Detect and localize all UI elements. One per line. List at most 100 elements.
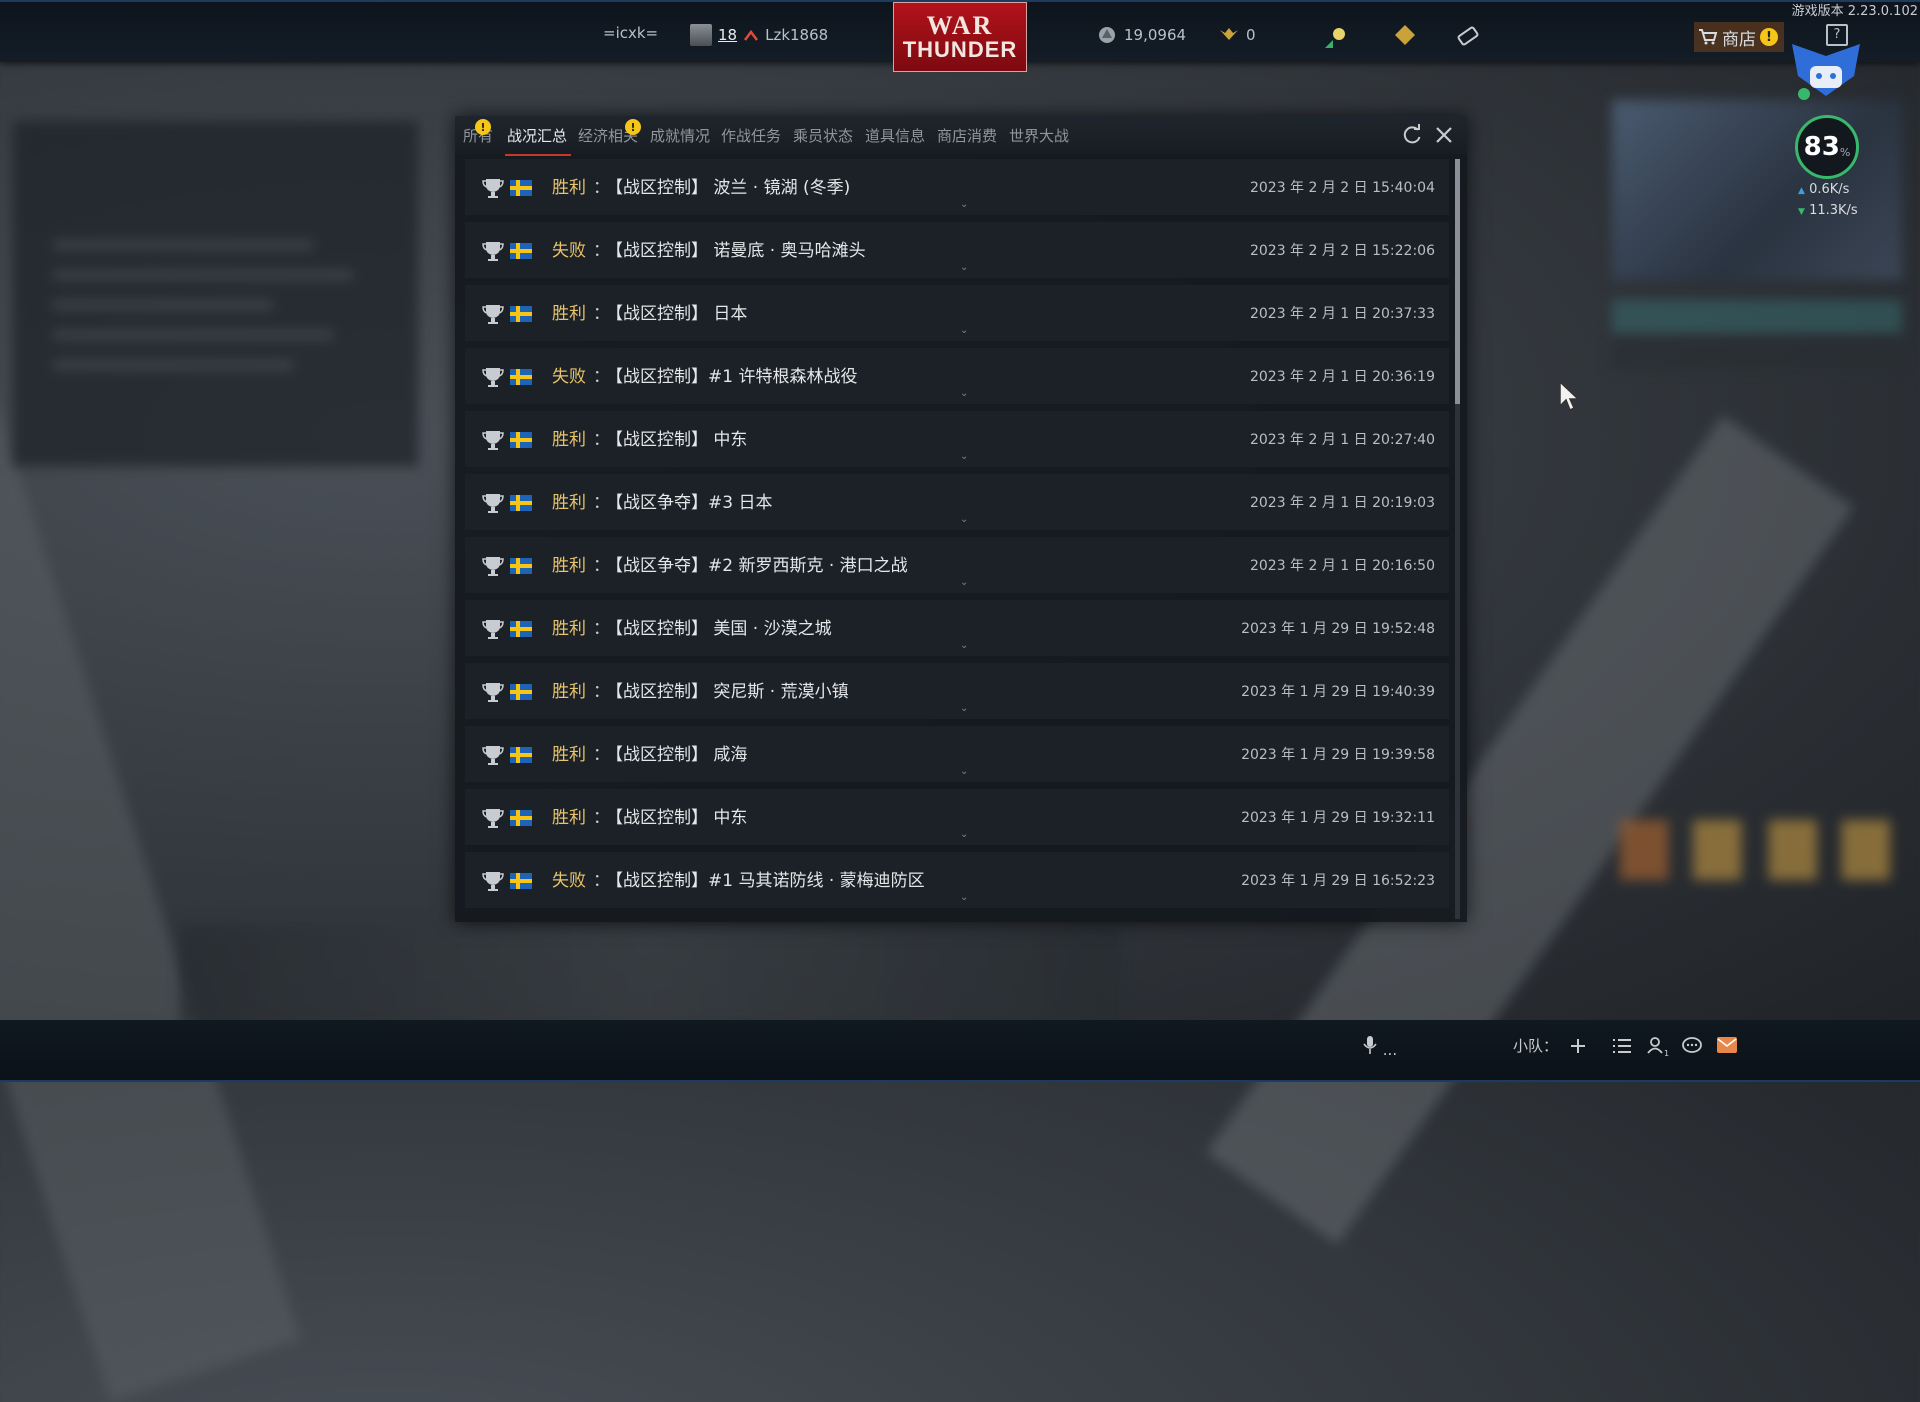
tab-items[interactable]: 道具信息 <box>865 125 925 146</box>
add-squad-member-icon[interactable] <box>1569 1037 1587 1055</box>
tab-shop-purchases[interactable]: 商店消费 <box>937 125 997 146</box>
sweden-flag-icon <box>510 495 532 511</box>
rate-unit: K/s <box>1838 203 1858 218</box>
background-items <box>1620 820 1890 880</box>
achievement-icon[interactable] <box>1394 24 1416 46</box>
battle-row[interactable]: 胜利：【战区争夺】#2 新罗西斯克 · 港口之战 2023 年 2 月 1 日 2… <box>465 537 1449 593</box>
squad-label: 小队： <box>1513 1037 1559 1055</box>
trophy-icon <box>482 872 504 891</box>
mail-icon[interactable] <box>1716 1036 1738 1054</box>
golden-eagles-value: 0 <box>1246 26 1256 44</box>
expand-chevron-icon[interactable]: ⌄ <box>960 703 968 714</box>
silver-lions[interactable]: 19,0964 <box>1096 24 1186 46</box>
tab-battle-summary[interactable]: 战况汇总 <box>504 125 572 156</box>
mouse-cursor-icon <box>1559 380 1580 412</box>
battle-list[interactable]: 胜利：【战区控制】 波兰 · 镜湖 (冬季) 2023 年 2 月 2 日 15:… <box>465 159 1449 915</box>
contacts-icon[interactable]: 1 <box>1646 1035 1670 1057</box>
battle-time: 2023 年 1 月 29 日 16:52:23 <box>1241 873 1435 889</box>
expand-chevron-icon[interactable]: ⌄ <box>960 514 968 525</box>
expand-chevron-icon[interactable]: ⌄ <box>960 640 968 651</box>
tab-label: 战况汇总 <box>507 127 568 145</box>
expand-chevron-icon[interactable]: ⌄ <box>960 451 968 462</box>
close-icon[interactable] <box>1433 124 1455 146</box>
expand-chevron-icon[interactable]: ⌄ <box>960 262 968 273</box>
sweden-flag-icon <box>510 621 532 637</box>
tab-missions[interactable]: 作战任务 <box>721 125 781 146</box>
voice-chat[interactable]: ... <box>1362 1035 1397 1059</box>
war-thunder-logo[interactable]: WAR THUNDER <box>893 2 1027 72</box>
connection-quality: 83 % <box>1795 115 1859 179</box>
battle-mission: 【战区控制】 突尼斯 · 荒漠小镇 <box>606 682 849 702</box>
shop-label: 商店 <box>1722 29 1756 50</box>
battle-row[interactable]: 胜利：【战区控制】 中东 2023 年 2 月 1 日 20:27:40 ⌄ <box>465 411 1449 467</box>
list-icon[interactable] <box>1612 1037 1632 1055</box>
tab-achievements[interactable]: 成就情况 <box>650 125 710 146</box>
refresh-icon[interactable] <box>1401 124 1423 146</box>
expand-chevron-icon[interactable]: ⌄ <box>960 766 968 777</box>
trophy-icon <box>482 368 504 387</box>
battle-row[interactable]: 胜利：【战区控制】 日本 2023 年 2 月 1 日 20:37:33 ⌄ <box>465 285 1449 341</box>
download-icon: ▼ <box>1798 207 1805 217</box>
tab-crew-status[interactable]: 乘员状态 <box>793 125 853 146</box>
cart-icon <box>1699 29 1718 45</box>
mascot-icon <box>1792 44 1860 100</box>
battle-time: 2023 年 2 月 1 日 20:36:19 <box>1249 369 1435 385</box>
upload-rate: ▲ 0.6K/s <box>1798 182 1849 197</box>
chat-icon[interactable] <box>1681 1036 1703 1056</box>
trophy-icon <box>482 809 504 828</box>
tab-label: 商店消费 <box>937 127 998 145</box>
battle-log-dialog: ! 所有 战况汇总 ! 经济相关 成就情况 作战任务 乘员状态 道具信息 商店消… <box>455 116 1467 922</box>
scrollbar[interactable] <box>1455 159 1460 919</box>
sweden-flag-icon <box>510 747 532 763</box>
coupon-icon[interactable] <box>1456 24 1480 48</box>
microphone-icon <box>1363 1036 1377 1054</box>
battle-row[interactable]: 失败：【战区控制】#1 马其诺防线 · 蒙梅迪防区 2023 年 1 月 29 日… <box>465 852 1449 908</box>
trophy-icon <box>482 620 504 639</box>
tab-economy[interactable]: ! 经济相关 <box>578 119 641 146</box>
battle-time: 2023 年 2 月 1 日 20:16:50 <box>1249 558 1435 574</box>
shop-button[interactable]: 商店 ! <box>1694 22 1784 52</box>
alert-icon: ! <box>625 119 641 135</box>
trophy-icon <box>482 683 504 702</box>
battle-result: 胜利 <box>552 619 586 639</box>
battle-row[interactable]: 胜利：【战区控制】 中东 2023 年 1 月 29 日 19:32:11 ⌄ <box>465 789 1449 845</box>
expand-chevron-icon[interactable]: ⌄ <box>960 892 968 903</box>
battle-row[interactable]: 胜利：【战区控制】 波兰 · 镜湖 (冬季) 2023 年 2 月 2 日 15:… <box>465 159 1449 215</box>
battle-row[interactable]: 失败：【战区控制】 诺曼底 · 奥马哈滩头 2023 年 2 月 2 日 15:2… <box>465 222 1449 278</box>
tab-bar: ! 所有 战况汇总 ! 经济相关 成就情况 作战任务 乘员状态 道具信息 商店消… <box>455 116 1467 156</box>
bottom-bar: ... 小队： 1 <box>0 1020 1920 1082</box>
battle-row[interactable]: 失败：【战区控制】#1 许特根森林战役 2023 年 2 月 1 日 20:36:… <box>465 348 1449 404</box>
battle-time: 2023 年 2 月 1 日 20:19:03 <box>1249 495 1435 511</box>
battle-row[interactable]: 胜利：【战区争夺】#3 日本 2023 年 2 月 1 日 20:19:03 ⌄ <box>465 474 1449 530</box>
player-profile[interactable]: 18 Lzk1868 <box>690 24 828 46</box>
squadron-tag[interactable]: =icxk= <box>603 24 658 42</box>
battle-result: 失败 <box>552 871 586 891</box>
silver-lions-value: 19,0964 <box>1124 26 1187 44</box>
tab-label: 作战任务 <box>721 127 782 145</box>
battle-row[interactable]: 胜利：【战区控制】 咸海 2023 年 1 月 29 日 19:39:58 ⌄ <box>465 726 1449 782</box>
trophy-icon <box>482 557 504 576</box>
player-name: Lzk1868 <box>765 26 829 44</box>
expand-chevron-icon[interactable]: ⌄ <box>960 829 968 840</box>
battle-row[interactable]: 胜利：【战区控制】 美国 · 沙漠之城 2023 年 1 月 29 日 19:52… <box>465 600 1449 656</box>
expand-chevron-icon[interactable]: ⌄ <box>960 388 968 399</box>
battle-mission: 【战区控制】#1 马其诺防线 · 蒙梅迪防区 <box>606 871 925 891</box>
game-version: 游戏版本 2.23.0.102 <box>1791 4 1918 19</box>
battle-result: 胜利 <box>552 430 586 450</box>
background-bar <box>1612 300 1902 334</box>
lightbulb-icon[interactable] <box>1323 24 1349 50</box>
battle-time: 2023 年 2 月 1 日 20:37:33 <box>1249 306 1435 322</box>
sweden-flag-icon <box>510 558 532 574</box>
expand-chevron-icon[interactable]: ⌄ <box>960 325 968 336</box>
scrollbar-thumb[interactable] <box>1455 159 1460 404</box>
tab-all[interactable]: ! 所有 <box>463 119 493 146</box>
expand-chevron-icon[interactable]: ⌄ <box>960 199 968 210</box>
battle-row[interactable]: 胜利：【战区控制】 突尼斯 · 荒漠小镇 2023 年 1 月 29 日 19:4… <box>465 663 1449 719</box>
battle-time: 2023 年 1 月 29 日 19:39:58 <box>1241 747 1435 763</box>
trophy-icon <box>482 179 504 198</box>
expand-chevron-icon[interactable]: ⌄ <box>960 577 968 588</box>
tab-world-war[interactable]: 世界大战 <box>1009 125 1069 146</box>
golden-eagles[interactable]: 0 <box>1218 24 1256 46</box>
upload-value: 0.6 <box>1809 182 1830 197</box>
battle-mission: 【战区控制】 美国 · 沙漠之城 <box>606 619 832 639</box>
